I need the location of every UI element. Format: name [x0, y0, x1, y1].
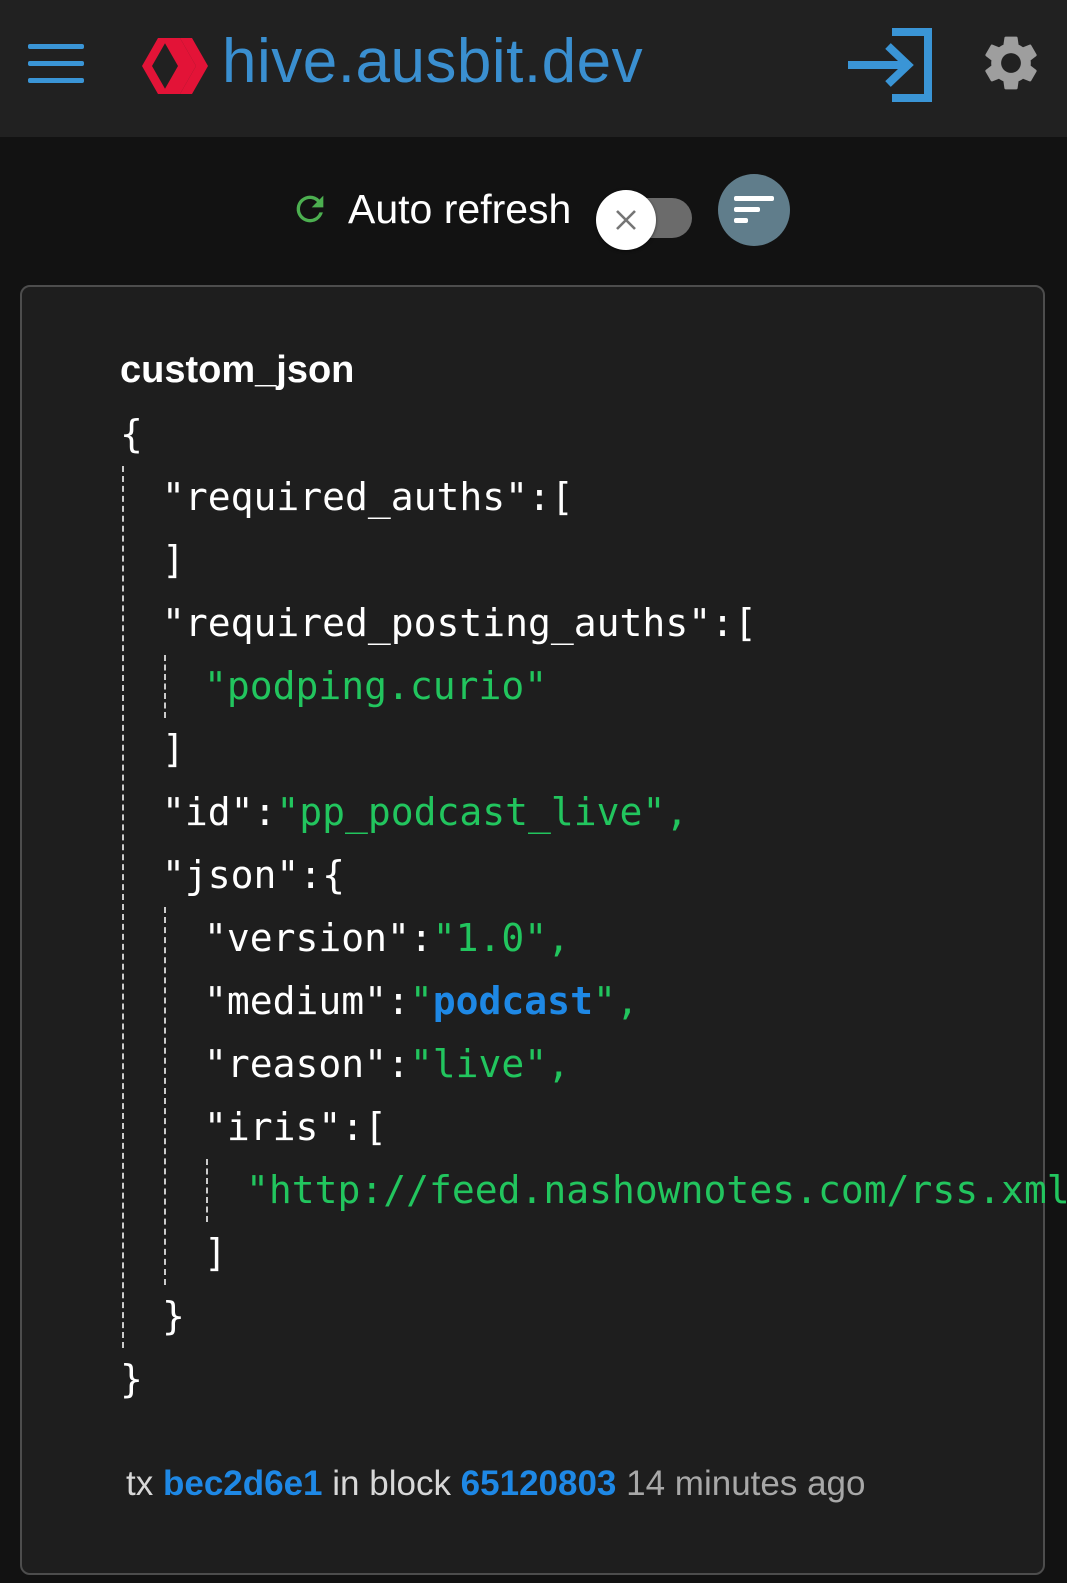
json-entry-medium: "medium":"podcast",: [204, 970, 940, 1033]
menu-icon[interactable]: [28, 44, 84, 84]
tx-link[interactable]: bec2d6e1: [163, 1464, 323, 1503]
json-value-posting-auth: "podping.curio": [204, 664, 548, 708]
toolbar: Auto refresh: [0, 170, 1067, 250]
json-key-medium: "medium":: [204, 979, 410, 1023]
close-icon: [616, 210, 636, 230]
json-key-json: "json":{: [162, 853, 346, 897]
json-close-brace: }: [162, 1294, 185, 1338]
login-icon[interactable]: [846, 26, 936, 104]
json-open-brace: {: [120, 412, 143, 456]
json-key-id: "id":: [162, 790, 277, 834]
operation-card: custom_json { "required_auths":[ ] "requ…: [20, 285, 1067, 1575]
json-value-medium: podcast: [432, 979, 593, 1023]
json-value-id: "pp_podcast_live",: [276, 790, 689, 834]
json-close-bracket: ]: [204, 1231, 227, 1275]
auto-refresh-label: Auto refresh: [348, 186, 572, 232]
json-entry-reason: "reason":"live",: [204, 1033, 940, 1096]
json-key-required-posting-auths: "required_posting_auths":[: [162, 601, 757, 645]
json-entry-version: "version":"1.0",: [204, 907, 940, 970]
json-viewer: { "required_auths":[ ] "required_posting…: [120, 403, 1067, 1411]
sort-icon: [734, 196, 774, 223]
tx-label: tx: [126, 1464, 154, 1503]
json-quote-close: ",: [592, 979, 639, 1023]
json-key-version: "version":: [204, 916, 433, 960]
block-link[interactable]: 65120803: [461, 1464, 617, 1503]
toggle-thumb: [596, 190, 656, 250]
site-title[interactable]: hive.ausbit.dev: [222, 24, 643, 100]
json-close-bracket: ]: [162, 538, 185, 582]
json-posting-auths-body: "podping.curio": [164, 655, 940, 718]
json-close-brace: }: [120, 1357, 143, 1401]
json-close-bracket: ]: [162, 727, 185, 771]
json-quote-open: ": [409, 979, 433, 1023]
json-iris-body: "http://feed.nashownotes.com/rss.xml": [206, 1159, 1067, 1222]
hive-logo[interactable]: [140, 34, 210, 98]
json-root-body: "required_auths":[ ] "required_posting_a…: [122, 466, 1067, 1348]
operation-type: custom_json: [120, 349, 355, 391]
json-key-iris: "iris":[: [204, 1105, 388, 1149]
settings-icon[interactable]: [978, 28, 1044, 98]
json-entry-id: "id":"pp_podcast_live",: [162, 781, 940, 844]
json-value-reason: "live",: [409, 1042, 571, 1086]
timestamp: 14 minutes ago: [626, 1464, 866, 1503]
json-value-version: "1.0",: [432, 916, 571, 960]
json-key-required-auths: "required_auths":[: [162, 475, 574, 519]
json-value-iri: "http://feed.nashownotes.com/rss.xml": [246, 1168, 1067, 1212]
app-bar: hive.ausbit.dev: [0, 0, 1067, 137]
filter-button[interactable]: [718, 174, 790, 246]
auto-refresh-toggle[interactable]: [596, 180, 696, 250]
refresh-icon: [296, 195, 324, 223]
json-inner-body: "version":"1.0", "medium":"podcast", "re…: [164, 907, 1067, 1285]
json-key-reason: "reason":: [204, 1042, 410, 1086]
transaction-footer: tx bec2d6e1 in block 65120803 14 minutes…: [126, 1462, 865, 1506]
in-block-label: in block: [332, 1464, 451, 1503]
